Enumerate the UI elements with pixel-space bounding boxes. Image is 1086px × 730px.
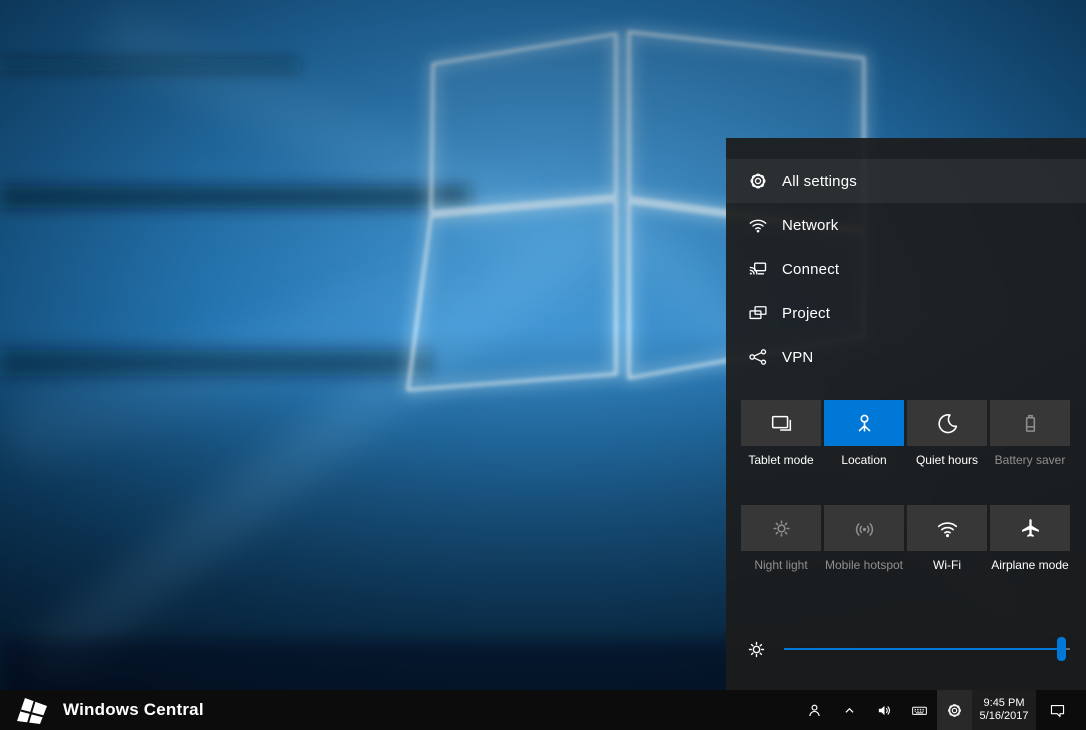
settings-button[interactable] [937,690,972,730]
taskbar: Windows Central [0,690,1086,730]
quick-link-all-settings[interactable]: All settings [726,159,1086,203]
touch-keyboard-icon [911,702,928,719]
windows-central-logo[interactable] [14,695,50,725]
people-button[interactable] [797,690,832,730]
tile-label: Night light [754,559,807,572]
quick-link-label: Network [782,217,838,234]
tile-label: Airplane mode [991,559,1068,572]
tile-cell-airplane-mode: Airplane mode [990,505,1070,572]
tile-cell-mobile-hotspot: Mobile hotspot [824,505,904,572]
quick-action-tiles-row-1: Tablet mode Location [741,400,1070,467]
volume-button[interactable] [867,690,902,730]
tile-cell-tablet-mode: Tablet mode [741,400,821,467]
connect-icon [748,259,768,279]
brightness-slider-fill [784,648,1061,650]
tile-label: Quiet hours [916,454,978,467]
project-icon [748,303,768,323]
volume-icon [876,702,893,719]
chevron-up-icon [841,702,858,719]
tile-night-light[interactable] [741,505,821,551]
desktop: All settings Network [0,0,1086,730]
quick-link-connect[interactable]: Connect [726,247,1086,291]
tile-quiet-hours[interactable] [907,400,987,446]
show-hidden-icons-button[interactable] [832,690,867,730]
tile-location[interactable] [824,400,904,446]
quick-link-label: Project [782,305,830,322]
quiet-hours-icon [936,412,959,435]
quick-link-project[interactable]: Project [726,291,1086,335]
mobile-hotspot-icon [853,517,876,540]
tile-label: Battery saver [995,454,1066,467]
tile-label: Mobile hotspot [825,559,903,572]
quick-link-label: Connect [782,261,839,278]
tile-tablet-mode[interactable] [741,400,821,446]
clock-date: 5/16/2017 [980,710,1029,723]
tile-battery-saver[interactable] [990,400,1070,446]
tile-cell-night-light: Night light [741,505,821,572]
tile-airplane-mode[interactable] [990,505,1070,551]
tile-wifi[interactable] [907,505,987,551]
quick-link-label: All settings [782,173,857,190]
system-tray: 9:45 PM 5/16/2017 [797,690,1086,730]
quick-link-label: VPN [782,349,813,366]
touch-keyboard-button[interactable] [902,690,937,730]
brightness-slider-thumb[interactable] [1057,637,1066,661]
location-icon [853,412,876,435]
tile-mobile-hotspot[interactable] [824,505,904,551]
wifi-icon [936,517,959,540]
vpn-icon [748,347,768,367]
tile-label: Tablet mode [748,454,813,467]
clock-time: 9:45 PM [984,697,1025,710]
quick-link-network[interactable]: Network [726,203,1086,247]
action-center-icon [1049,702,1066,719]
quick-action-tiles-row-2: Night light Mobile hotspot [741,505,1070,572]
tile-cell-battery-saver: Battery saver [990,400,1070,467]
brightness-row [726,633,1086,665]
tablet-mode-icon [770,412,793,435]
tile-cell-quiet-hours: Quiet hours [907,400,987,467]
brightness-sun-icon [746,639,767,660]
night-light-icon [770,517,793,540]
wifi-icon [748,215,768,235]
tile-cell-wifi: Wi-Fi [907,505,987,572]
clock[interactable]: 9:45 PM 5/16/2017 [972,690,1036,730]
people-icon [806,702,823,719]
windows-central-label: Windows Central [63,700,204,720]
taskbar-left: Windows Central [0,690,204,730]
tile-label: Wi-Fi [933,559,961,572]
quick-link-vpn[interactable]: VPN [726,335,1086,379]
tile-cell-location: Location [824,400,904,467]
quick-links: All settings Network [726,138,1086,379]
action-center-button[interactable] [1036,690,1078,730]
battery-saver-icon [1019,412,1042,435]
gear-icon [748,171,768,191]
airplane-mode-icon [1019,517,1042,540]
brightness-slider[interactable] [784,637,1070,661]
action-center-panel: All settings Network [726,138,1086,690]
tile-label: Location [841,454,886,467]
settings-gear-icon [946,702,963,719]
